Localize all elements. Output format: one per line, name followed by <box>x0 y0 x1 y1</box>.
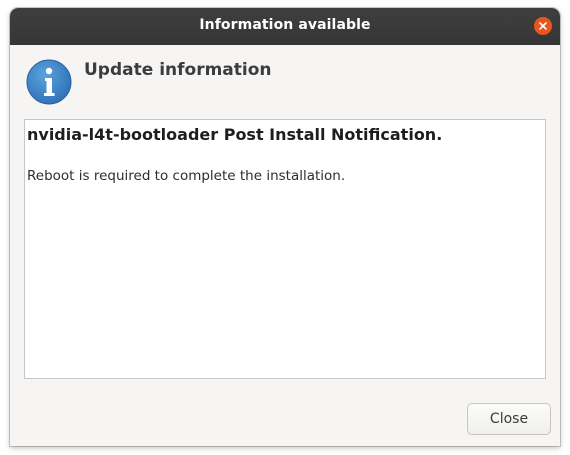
window-close-icon[interactable] <box>534 17 552 35</box>
header-title: Update information <box>84 60 272 80</box>
close-button[interactable]: Close <box>467 403 551 435</box>
window-title: Information available <box>199 17 371 33</box>
title-bar[interactable]: Information available <box>10 8 560 45</box>
message-heading: nvidia-l4t-bootloader Post Install Notif… <box>27 125 443 144</box>
dialog-window: Information available Update information… <box>10 8 560 446</box>
message-text-area[interactable]: nvidia-l4t-bootloader Post Install Notif… <box>24 119 546 379</box>
message-body: Reboot is required to complete the insta… <box>27 168 346 184</box>
info-icon <box>26 59 72 105</box>
